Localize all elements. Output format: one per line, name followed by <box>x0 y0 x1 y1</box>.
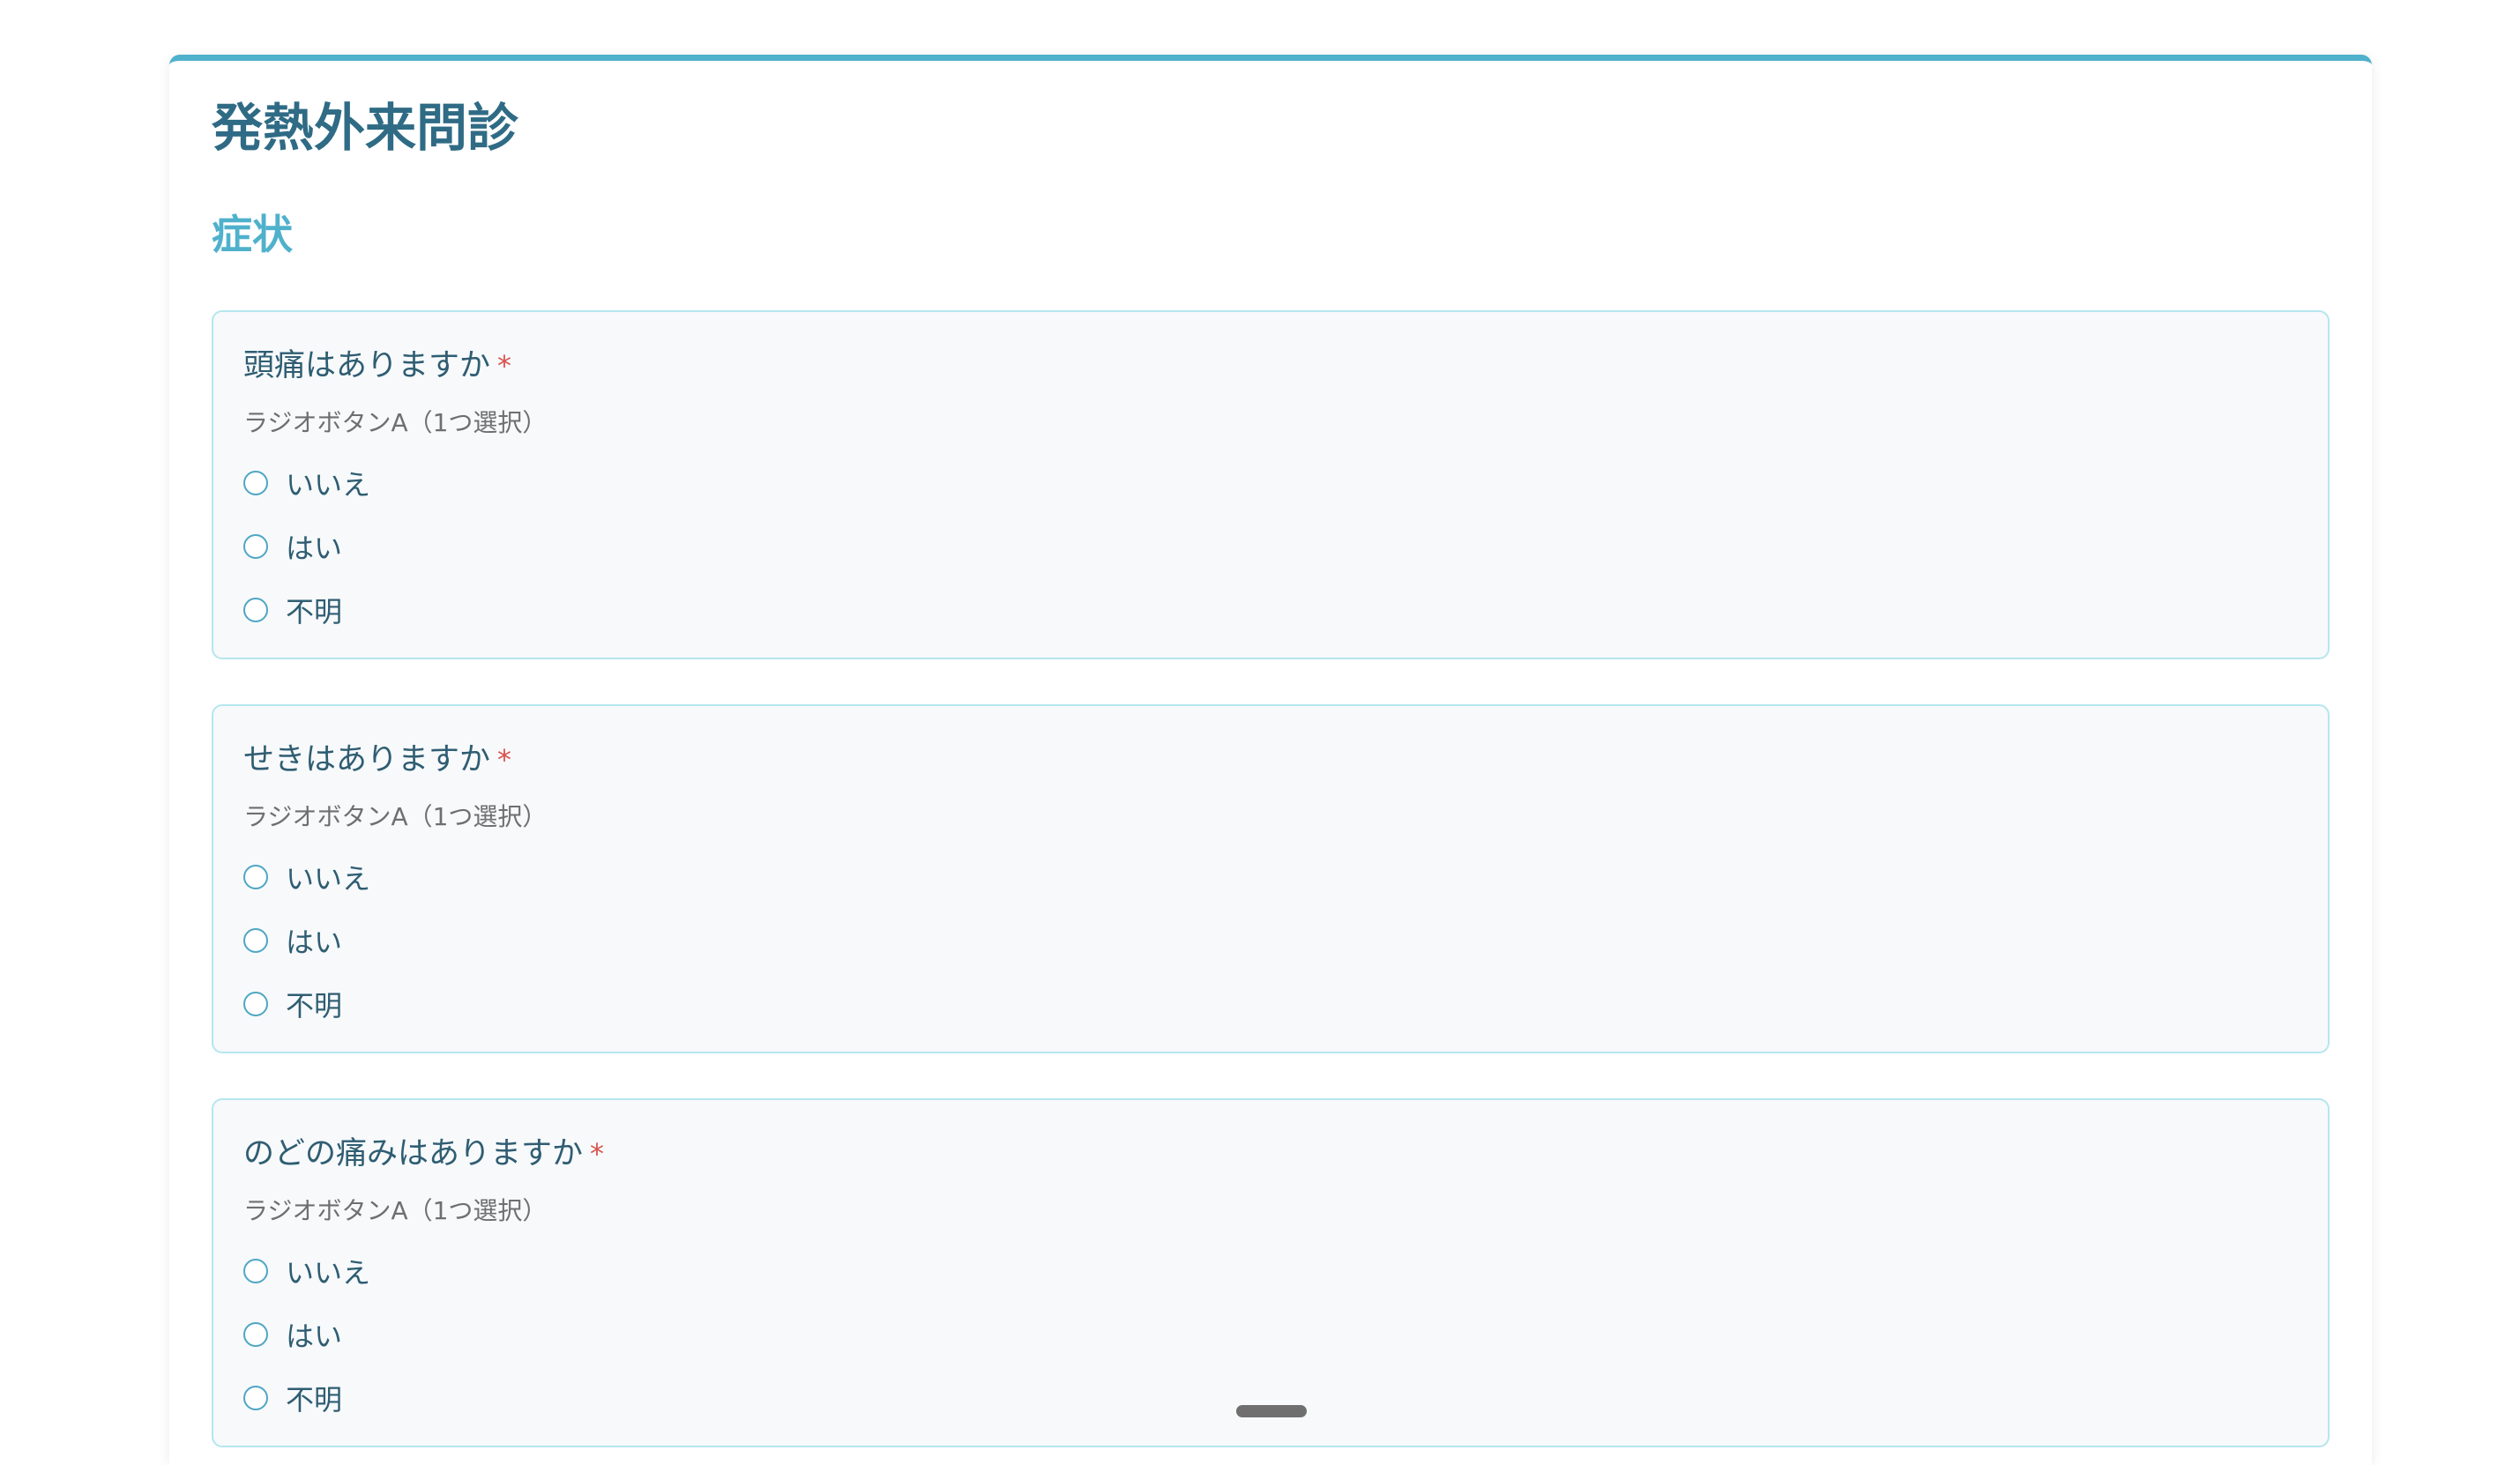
question-label: 頭痛はありますか * <box>243 340 511 385</box>
radio-option-yes[interactable]: はい <box>243 1317 343 1353</box>
radio-option-no[interactable]: いいえ <box>243 465 371 502</box>
questionnaire-form: 発熱外来問診 症状 頭痛はありますか * ラジオボタンA（1つ選択） いいえ はい… <box>169 55 2372 1465</box>
drag-handle[interactable] <box>1236 1405 1307 1417</box>
question-hint: ラジオボタンA（1つ選択） <box>243 408 548 437</box>
question-text: のどの痛みはありますか <box>243 1136 584 1171</box>
radio-option-unknown[interactable]: 不明 <box>243 1380 343 1417</box>
radio-option-unknown[interactable]: 不明 <box>243 986 343 1023</box>
radio-option-no[interactable]: いいえ <box>243 1253 371 1290</box>
radio-button[interactable] <box>243 1322 268 1347</box>
radio-button[interactable] <box>243 865 268 889</box>
radio-option-yes[interactable]: はい <box>243 923 343 959</box>
question-hint: ラジオボタンA（1つ選択） <box>243 802 548 831</box>
radio-option-label: はい <box>286 1320 343 1353</box>
question-hint: ラジオボタンA（1つ選択） <box>243 1196 548 1225</box>
required-mark: * <box>497 349 512 383</box>
question-card-cough: せきはありますか * ラジオボタンA（1つ選択） いいえ はい 不明 <box>212 704 2330 1053</box>
question-card-headache: 頭痛はありますか * ラジオボタンA（1つ選択） いいえ はい 不明 <box>212 310 2330 659</box>
radio-button[interactable] <box>243 1259 268 1283</box>
radio-button[interactable] <box>243 1386 268 1410</box>
radio-button[interactable] <box>243 534 268 559</box>
required-mark: * <box>590 1137 605 1171</box>
radio-option-no[interactable]: いいえ <box>243 859 371 896</box>
radio-option-label: いいえ <box>286 468 371 502</box>
question-label: のどの痛みはありますか * <box>243 1128 604 1173</box>
form-title: 発熱外来問診 <box>212 98 519 158</box>
radio-option-label: いいえ <box>286 1256 371 1290</box>
question-text: 頭痛はありますか <box>243 348 491 383</box>
required-mark: * <box>497 743 512 777</box>
question-text: せきはありますか <box>243 742 491 777</box>
radio-button[interactable] <box>243 992 268 1016</box>
section-title: 症状 <box>212 211 293 258</box>
radio-option-yes[interactable]: はい <box>243 529 343 565</box>
radio-button[interactable] <box>243 928 268 953</box>
radio-option-label: 不明 <box>286 1383 343 1417</box>
radio-option-unknown[interactable]: 不明 <box>243 592 342 628</box>
radio-option-label: いいえ <box>286 862 371 896</box>
radio-button[interactable] <box>243 598 268 622</box>
radio-option-label: はい <box>286 532 343 565</box>
radio-option-label: 不明 <box>286 595 343 628</box>
radio-button[interactable] <box>243 471 268 495</box>
question-label: せきはありますか * <box>243 734 511 779</box>
radio-option-label: 不明 <box>286 989 343 1023</box>
question-card-sore-throat: のどの痛みはありますか * ラジオボタンA（1つ選択） いいえ はい 不明 <box>212 1098 2330 1447</box>
radio-option-label: はい <box>286 926 343 959</box>
